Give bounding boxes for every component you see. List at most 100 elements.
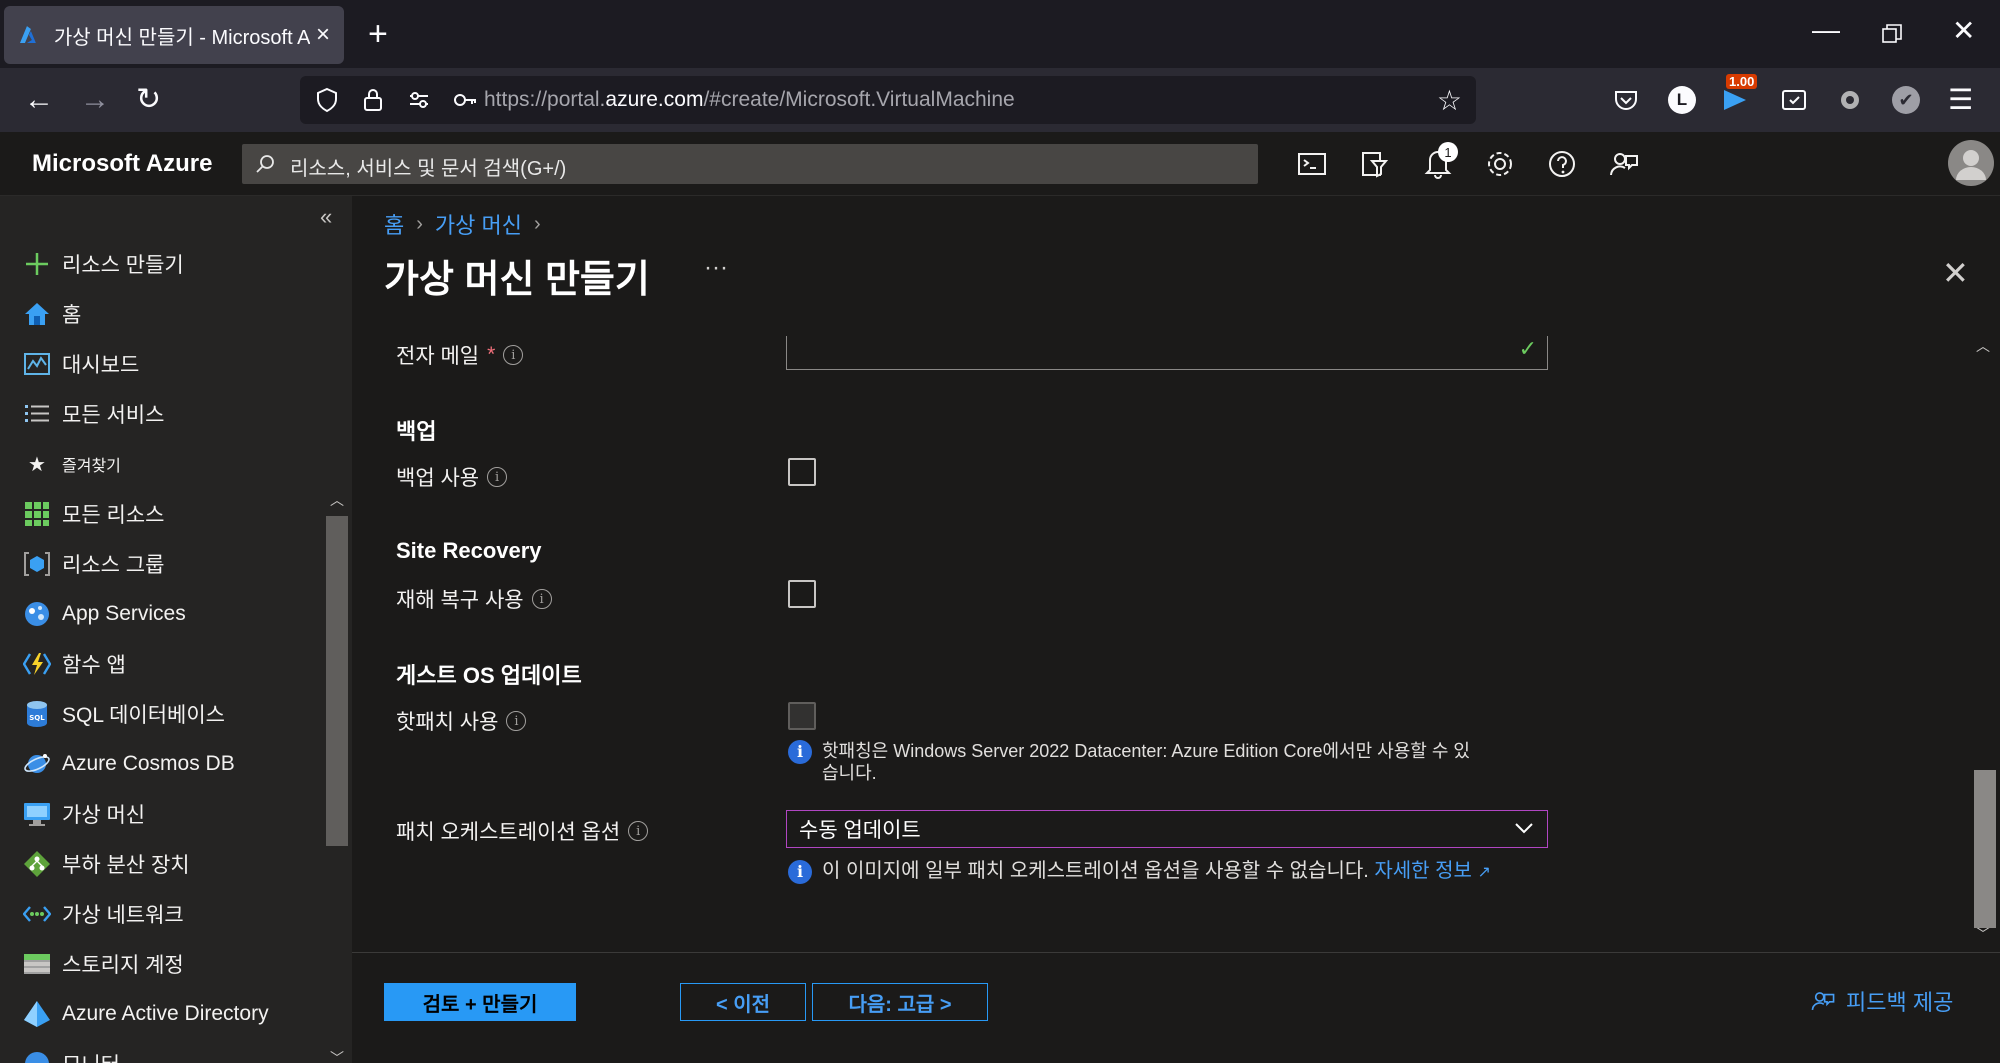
reload-icon[interactable]: ↻: [136, 82, 161, 118]
email-field[interactable]: ✓: [786, 336, 1548, 370]
sidebar-item-label: Azure Active Directory: [62, 1002, 269, 1025]
sidebar-item-virtual-machines[interactable]: 가상 머신: [22, 794, 145, 834]
sidebar-item-label: 홈: [62, 304, 82, 327]
feedback-icon[interactable]: [1608, 148, 1640, 180]
cloud-shell-icon[interactable]: [1296, 148, 1328, 180]
feedback-label: 피드백 제공: [1846, 990, 1954, 1015]
content-scroll-thumb[interactable]: [1974, 770, 1996, 928]
shield-icon[interactable]: [314, 87, 340, 113]
sidebar-item-virtual-networks[interactable]: 가상 네트워크: [22, 894, 184, 934]
app-services-icon: [22, 599, 52, 629]
sidebar-item-all-services[interactable]: 모든 서비스: [22, 394, 164, 434]
account-l-icon[interactable]: L: [1668, 86, 1696, 114]
sidebar-item-active-directory[interactable]: Azure Active Directory: [22, 994, 269, 1034]
sidebar-item-cosmos-db[interactable]: Azure Cosmos DB: [22, 744, 235, 784]
notifications-icon[interactable]: 1: [1422, 142, 1458, 185]
bookmark-star-icon[interactable]: ☆: [1437, 84, 1462, 117]
chevron-down-icon: [1515, 823, 1533, 834]
close-blade-icon[interactable]: ✕: [1942, 254, 1969, 292]
extension-gear-icon[interactable]: [1836, 86, 1864, 114]
extension-badge-icon[interactable]: 1.00: [1720, 74, 1758, 117]
sidebar-item-function-apps[interactable]: 함수 앱: [22, 644, 126, 684]
scroll-up-icon[interactable]: ︿: [1976, 336, 1990, 356]
breadcrumb-virtual-machines[interactable]: 가상 머신: [435, 208, 522, 240]
forward-icon[interactable]: →: [80, 82, 110, 118]
key-icon[interactable]: [452, 87, 478, 113]
sidebar-item-sql-databases[interactable]: SQL SQL 데이터베이스: [22, 694, 225, 734]
info-icon[interactable]: i: [628, 821, 649, 841]
azure-favicon-icon: [19, 26, 36, 43]
azure-brand[interactable]: Microsoft Azure: [32, 150, 212, 178]
restore-icon[interactable]: [1882, 24, 1902, 44]
sidebar-item-storage-accounts[interactable]: 스토리지 계정: [22, 944, 184, 984]
screenshot-icon[interactable]: [1780, 86, 1808, 114]
user-avatar[interactable]: [1948, 140, 1994, 186]
more-options-icon[interactable]: ···: [704, 254, 728, 282]
pocket-icon[interactable]: [1612, 86, 1640, 114]
lock-icon[interactable]: [360, 87, 386, 113]
help-icon[interactable]: [1546, 148, 1578, 180]
learn-more-link[interactable]: 자세한 정보: [1374, 860, 1472, 882]
next-button[interactable]: 다음: 고급 >: [812, 983, 988, 1021]
url-bar[interactable]: https://portal.azure.com/#create/Microso…: [300, 76, 1476, 124]
backup-label: 백업 사용 i: [396, 462, 508, 492]
review-create-button[interactable]: 검토 + 만들기: [384, 983, 576, 1021]
back-icon[interactable]: ←: [24, 82, 54, 118]
permissions-icon[interactable]: [406, 87, 432, 113]
sidebar-scroll-thumb[interactable]: [326, 516, 348, 846]
sidebar-item-create-resource[interactable]: 리소스 만들기: [22, 244, 184, 284]
hotpatch-checkbox[interactable]: [788, 702, 816, 730]
info-icon[interactable]: i: [506, 711, 527, 731]
feedback-link[interactable]: 피드백 제공: [1810, 985, 1953, 1017]
close-tab-icon[interactable]: ×: [316, 21, 330, 49]
email-label: 전자 메일 * i: [396, 340, 524, 370]
url-text[interactable]: https://portal.azure.com/#create/Microso…: [484, 88, 1015, 112]
patch-orchestration-select[interactable]: 수동 업데이트: [786, 810, 1548, 848]
patch-orchestration-note: i 이 이미지에 일부 패치 오케스트레이션 옵션을 사용할 수 없습니다. 자…: [788, 860, 1491, 884]
breadcrumb-home[interactable]: 홈: [384, 208, 404, 240]
new-tab-button[interactable]: +: [368, 14, 388, 54]
star-icon: ★: [28, 453, 46, 476]
info-icon[interactable]: i: [487, 467, 508, 487]
info-icon[interactable]: i: [503, 345, 524, 365]
search-icon: [256, 155, 274, 173]
required-mark: *: [487, 343, 496, 366]
sidebar-item-label: 가상 머신: [62, 804, 146, 827]
scroll-down-icon[interactable]: ﹀: [330, 1048, 344, 1063]
active-directory-icon: [22, 999, 52, 1029]
sidebar-item-dashboard[interactable]: 대시보드: [22, 344, 139, 384]
settings-gear-icon[interactable]: [1484, 148, 1516, 180]
disaster-recovery-checkbox[interactable]: [788, 580, 816, 608]
backup-checkbox[interactable]: [788, 458, 816, 486]
sidebar-item-label: 리소스 만들기: [62, 254, 184, 277]
sidebar-item-label: SQL 데이터베이스: [62, 704, 225, 727]
extension-check-icon[interactable]: ✔: [1892, 86, 1920, 114]
grid-icon: [22, 499, 52, 529]
scroll-up-icon[interactable]: ︿: [330, 490, 344, 510]
directory-filter-icon[interactable]: [1358, 148, 1390, 180]
backup-section-heading: 백업: [396, 419, 437, 444]
browser-tab[interactable]: 가상 머신 만들기 - Microsoft Azure ×: [4, 6, 344, 64]
list-icon: [22, 399, 52, 429]
user-avatar-icon: [1956, 150, 1986, 180]
sidebar-item-all-resources[interactable]: 모든 리소스: [22, 494, 164, 534]
sidebar-item-app-services[interactable]: App Services: [22, 594, 186, 634]
sidebar-item-home[interactable]: 홈: [22, 294, 81, 334]
virtual-network-icon: [22, 899, 52, 929]
previous-button[interactable]: < 이전: [680, 983, 806, 1021]
info-icon[interactable]: i: [531, 589, 552, 609]
sidebar-item-label: App Services: [62, 602, 186, 625]
collapse-sidebar-icon[interactable]: «: [320, 204, 332, 230]
menu-icon[interactable]: ☰: [1948, 82, 1973, 118]
sidebar-item-label: Azure Cosmos DB: [62, 752, 235, 775]
sidebar-item-monitor[interactable]: 모니터: [22, 1044, 120, 1063]
global-search[interactable]: 리소스, 서비스 및 문서 검색(G+/): [242, 144, 1258, 184]
sidebar-item-resource-groups[interactable]: 리소스 그룹: [22, 544, 164, 584]
minimize-icon[interactable]: —: [1812, 14, 1840, 46]
sidebar-item-load-balancers[interactable]: 부하 분산 장치: [22, 844, 190, 884]
sidebar-item-favorites[interactable]: ★ 즐겨찾기: [22, 444, 121, 484]
external-link-icon: ↗: [1477, 864, 1491, 881]
cosmos-db-icon: [22, 749, 52, 779]
close-window-icon[interactable]: ✕: [1952, 14, 1975, 47]
sidebar-item-label: 가상 네트워크: [62, 904, 184, 927]
